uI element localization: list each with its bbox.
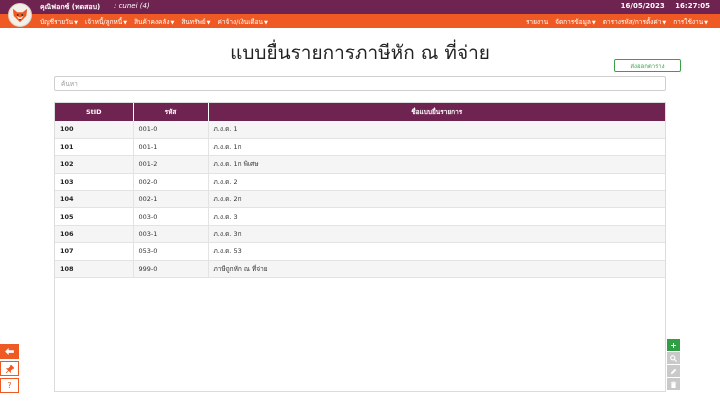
- search-input[interactable]: [54, 76, 666, 91]
- table-row[interactable]: 107 053-0 ภ.ง.ด. 53: [55, 242, 665, 261]
- cell-name: ภ.ง.ด. 1ก พิเศษ: [208, 155, 665, 174]
- caret-down-icon: ▼: [704, 20, 708, 26]
- menu-item-label: ตารางรหัส/การตั้งค่า: [602, 18, 662, 26]
- menu-item-label: สินค้าคงคลัง: [134, 18, 170, 26]
- menu-left: บัญชีรายวัน▼ เจ้าหนี้/ลูกหนี้▼ สินค้าคงคลั…: [40, 17, 268, 27]
- current-time: 16:27:05: [675, 2, 710, 10]
- cell-code: 999-0: [133, 260, 209, 279]
- cell-stid: 102: [55, 155, 134, 174]
- current-user: : cunei (4): [114, 2, 150, 10]
- withholding-forms-table: StID รหัส ชื่อแบบยื่นรายการ 100 001-0 ภ.ง.…: [55, 103, 665, 279]
- column-header-stid[interactable]: StID: [55, 103, 134, 121]
- menu-item-left-1[interactable]: เจ้าหนี้/ลูกหนี้▼: [85, 17, 127, 27]
- main-menu-bar: บัญชีรายวัน▼ เจ้าหนี้/ลูกหนี้▼ สินค้าคงคลั…: [0, 14, 720, 28]
- menu-item-left-3[interactable]: สินทรัพย์▼: [181, 17, 210, 27]
- trash-icon[interactable]: [667, 378, 680, 390]
- menu-item-label: สินทรัพย์: [181, 18, 206, 26]
- menu-item-label: บัญชีรายวัน: [40, 18, 74, 26]
- table-header-row: StID รหัส ชื่อแบบยื่นรายการ: [55, 103, 665, 121]
- cell-code: 002-0: [133, 173, 209, 192]
- table-row[interactable]: 103 002-0 ภ.ง.ด. 2: [55, 173, 665, 192]
- menu-item-label: การใช้งาน: [673, 18, 704, 26]
- menu-item-left-0[interactable]: บัญชีรายวัน▼: [40, 17, 78, 27]
- table-container: StID รหัส ชื่อแบบยื่นรายการ 100 001-0 ภ.ง.…: [54, 102, 666, 392]
- question-icon[interactable]: ?: [0, 378, 19, 393]
- cell-name: ภ.ง.ด. 3ก: [208, 225, 665, 244]
- caret-down-icon: ▼: [170, 20, 175, 26]
- cell-code: 002-1: [133, 190, 209, 209]
- menu-item-left-2[interactable]: สินค้าคงคลัง▼: [134, 17, 174, 27]
- cell-stid: 106: [55, 225, 134, 244]
- pencil-icon[interactable]: [667, 365, 680, 377]
- column-header-code[interactable]: รหัส: [133, 103, 209, 121]
- cell-stid: 105: [55, 207, 134, 226]
- cell-code: 001-1: [133, 138, 209, 157]
- caret-down-icon: ▼: [662, 20, 667, 26]
- table-row[interactable]: 101 001-1 ภ.ง.ด. 1ก: [55, 138, 665, 157]
- cell-name: ภาษีถูกหัก ณ ที่จ่าย: [208, 260, 665, 279]
- pin-icon[interactable]: [0, 361, 19, 376]
- menu-item-label: รายงาน: [525, 18, 549, 26]
- brand-name: คุณิฟอกซ์ (ทดสอบ): [40, 3, 101, 11]
- cell-name: ภ.ง.ด. 53: [208, 242, 665, 261]
- caret-down-icon: ▼: [206, 20, 211, 26]
- datetime: 16/05/2023 16:27:05: [613, 2, 710, 10]
- cell-stid: 108: [55, 260, 134, 279]
- menu-item-right-0[interactable]: รายงาน: [526, 17, 548, 27]
- search-icon[interactable]: [667, 352, 680, 364]
- cell-code: 001-0: [133, 121, 209, 139]
- menu-item-label: เจ้าหนี้/ลูกหนี้: [84, 18, 123, 26]
- cell-stid: 107: [55, 242, 134, 261]
- column-header-name[interactable]: ชื่อแบบยื่นรายการ: [208, 103, 665, 121]
- cell-name: ภ.ง.ด. 2ก: [208, 190, 665, 209]
- cell-name: ภ.ง.ด. 1: [208, 121, 665, 139]
- cell-code: 053-0: [133, 242, 209, 261]
- table-body: 100 001-0 ภ.ง.ด. 1 101 001-1 ภ.ง.ด. 1ก 102 001-…: [55, 121, 665, 279]
- cell-code: 001-2: [133, 155, 209, 174]
- cell-code: 003-1: [133, 225, 209, 244]
- row-actions-toolbar: +: [667, 339, 680, 391]
- cell-stid: 104: [55, 190, 134, 209]
- plus-icon[interactable]: +: [667, 339, 680, 351]
- caret-down-icon: ▼: [263, 20, 268, 26]
- page-title: แบบยื่นรายการภาษีหัก ณ ที่จ่าย: [230, 42, 490, 64]
- table-row[interactable]: 105 003-0 ภ.ง.ด. 3: [55, 207, 665, 226]
- table-row[interactable]: 104 002-1 ภ.ง.ด. 2ก: [55, 190, 665, 209]
- table-row[interactable]: 108 999-0 ภาษีถูกหัก ณ ที่จ่าย: [55, 260, 665, 279]
- top-bar: คุณิฟอกซ์ (ทดสอบ) : cunei (4) 16/05/2023…: [0, 0, 720, 14]
- menu-item-right-2[interactable]: ตารางรหัส/การตั้งค่า▼: [603, 17, 666, 27]
- cell-stid: 101: [55, 138, 134, 157]
- table-row[interactable]: 100 001-0 ภ.ง.ด. 1: [55, 121, 665, 139]
- caret-down-icon: ▼: [123, 20, 128, 26]
- cell-name: ภ.ง.ด. 1ก: [208, 138, 665, 157]
- caret-down-icon: ▼: [591, 20, 596, 26]
- left-toolbar: ?: [0, 344, 19, 395]
- cell-stid: 103: [55, 173, 134, 192]
- table-row[interactable]: 102 001-2 ภ.ง.ด. 1ก พิเศษ: [55, 155, 665, 174]
- cell-code: 003-0: [133, 207, 209, 226]
- current-date: 16/05/2023: [620, 2, 665, 10]
- arrow-left-icon[interactable]: [0, 344, 19, 359]
- cell-stid: 100: [55, 121, 134, 139]
- fox-logo-icon[interactable]: [8, 3, 32, 27]
- table-row[interactable]: 106 003-1 ภ.ง.ด. 3ก: [55, 225, 665, 244]
- caret-down-icon: ▼: [74, 20, 78, 26]
- menu-item-left-4[interactable]: ค่าจ้าง/เงินเดือน▼: [218, 17, 268, 27]
- cell-name: ภ.ง.ด. 3: [208, 207, 665, 226]
- menu-right: รายงาน จัดการข้อมูล▼ ตารางรหัส/การตั้งค่า▼…: [526, 17, 708, 27]
- menu-item-right-1[interactable]: จัดการข้อมูล▼: [555, 17, 596, 27]
- cell-name: ภ.ง.ด. 2: [208, 173, 665, 192]
- menu-item-right-3[interactable]: การใช้งาน▼: [673, 17, 708, 27]
- menu-item-label: ค่าจ้าง/เงินเดือน: [217, 18, 263, 26]
- export-table-button[interactable]: ส่งออกตาราง: [614, 59, 681, 72]
- menu-item-label: จัดการข้อมูล: [555, 18, 591, 26]
